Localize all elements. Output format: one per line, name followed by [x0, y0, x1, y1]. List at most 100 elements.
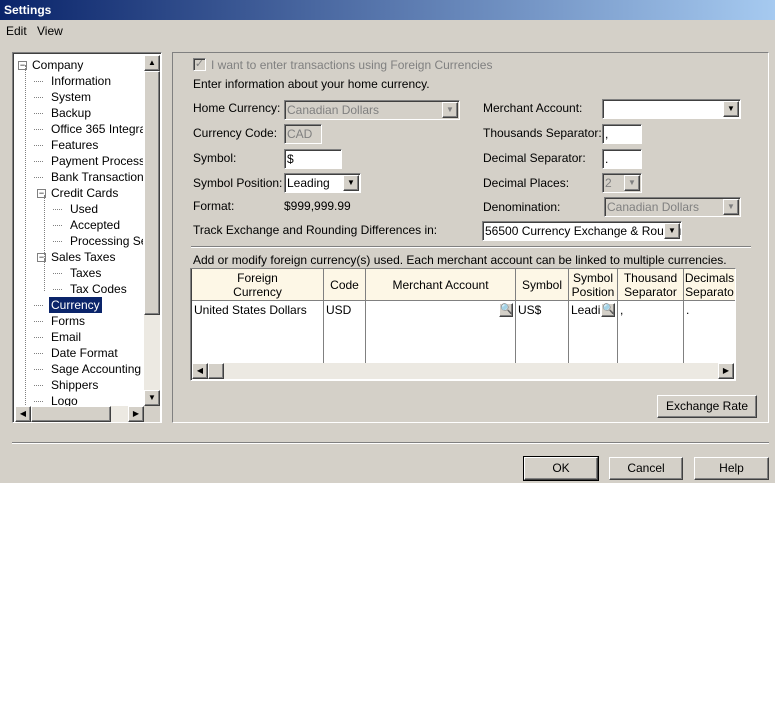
cell-code[interactable]: USD [324, 301, 366, 365]
col-header-decimal-separator[interactable]: Decimals Separato [684, 269, 735, 301]
tree-item-forms[interactable]: Forms [49, 313, 87, 329]
cell-decimal-separator[interactable]: . [684, 301, 735, 365]
tree-item-payment-processir[interactable]: Payment Processir [49, 153, 143, 169]
tree-item-tax-codes[interactable]: Tax Codes [68, 281, 129, 297]
tree-connector [44, 259, 45, 291]
thousands-separator-label: Thousands Separator: [483, 126, 602, 140]
scroll-left-icon[interactable]: ◀ [15, 406, 31, 422]
symbol-position-select[interactable]: Leading ▼ [284, 173, 361, 193]
foreign-currency-grid[interactable]: Foreign Currency Code Merchant Account S… [190, 268, 736, 381]
tree-connector [34, 145, 43, 146]
tree-item-sales-taxes[interactable]: Sales Taxes [49, 249, 117, 265]
scroll-left-icon[interactable]: ◀ [192, 363, 208, 379]
settings-tree[interactable]: − Company Information System Backup Office 36… [12, 52, 162, 423]
menu-edit[interactable]: Edit [6, 24, 27, 38]
chevron-down-icon[interactable]: ▼ [343, 175, 359, 191]
col-header-thousand-separator[interactable]: Thousand Separator [618, 269, 684, 301]
help-button[interactable]: Help [694, 457, 769, 480]
col-header-code[interactable]: Code [324, 269, 366, 301]
decimal-separator-value: . [605, 152, 609, 166]
window-title: Settings [4, 3, 52, 17]
merchant-account-select[interactable]: ▼ [602, 99, 741, 119]
lookup-icon[interactable]: 🔍 [499, 303, 513, 317]
hscroll-thumb[interactable] [208, 363, 224, 379]
col-header-symbol-position[interactable]: Symbol Position [569, 269, 618, 301]
cell-symbol[interactable]: US$ [516, 301, 569, 365]
tree-item-date-format[interactable]: Date Format [49, 345, 120, 361]
decimal-separator-label: Decimal Separator: [483, 151, 586, 165]
scroll-right-icon[interactable]: ▶ [128, 406, 144, 422]
title-bar[interactable]: Settings [0, 0, 775, 20]
lookup-icon[interactable]: 🔍 [601, 303, 615, 317]
tree-item-currency[interactable]: Currency [49, 297, 102, 313]
scroll-corner [144, 406, 160, 422]
header-label: Code [330, 278, 359, 292]
settings-window: Settings Edit View − Company Information Sy… [0, 0, 775, 483]
divider [191, 246, 751, 248]
tree-item-system[interactable]: System [49, 89, 93, 105]
tree-connector [34, 385, 43, 386]
col-header-symbol[interactable]: Symbol [516, 269, 569, 301]
cell-thousand-separator[interactable]: , [618, 301, 684, 365]
scroll-up-icon[interactable]: ▲ [144, 55, 160, 71]
cell-symbol-position[interactable]: Leadi 🔍 [569, 301, 618, 365]
symbol-position-label: Symbol Position: [193, 176, 283, 190]
cancel-button[interactable]: Cancel [609, 457, 683, 480]
tree-item-features[interactable]: Features [49, 137, 100, 153]
scroll-thumb[interactable] [144, 71, 160, 315]
tree-item-logo[interactable]: Logo [49, 393, 80, 407]
tree-item-credit-cards[interactable]: Credit Cards [49, 185, 120, 201]
denomination-label: Denomination: [483, 200, 561, 214]
chevron-down-icon[interactable]: ▼ [664, 223, 680, 239]
exchange-rate-button[interactable]: Exchange Rate [657, 395, 757, 418]
tree-connector [34, 177, 43, 178]
tree-item-email[interactable]: Email [49, 329, 83, 345]
tree-item-bank-transactions[interactable]: Bank Transactions [49, 169, 143, 185]
col-header-foreign-currency[interactable]: Foreign Currency [192, 269, 324, 301]
decimal-places-value: 2 [605, 176, 612, 190]
header-label: Symbol [521, 278, 562, 292]
chevron-down-icon[interactable]: ▼ [723, 199, 739, 215]
home-currency-select[interactable]: Canadian Dollars ▼ [284, 100, 460, 120]
hscroll-thumb[interactable] [31, 406, 111, 422]
tree-item-company[interactable]: Company [30, 57, 85, 73]
tree-item-information[interactable]: Information [49, 73, 113, 89]
cell-merchant-account[interactable]: 🔍 [366, 301, 516, 365]
ok-button[interactable]: OK [523, 456, 599, 481]
tree-item-used[interactable]: Used [68, 201, 100, 217]
tree-connector [53, 225, 62, 226]
menu-view[interactable]: View [37, 24, 63, 38]
tree-item-backup[interactable]: Backup [49, 105, 93, 121]
foreign-currency-checkbox[interactable]: ✓ [193, 58, 206, 71]
chevron-down-icon[interactable]: ▼ [723, 101, 739, 117]
tree-connector [34, 81, 43, 82]
chevron-down-icon[interactable]: ▼ [624, 175, 640, 191]
decimal-separator-field[interactable]: . [602, 149, 642, 169]
header-label: Merchant Account [392, 278, 489, 292]
tree-connector [53, 289, 62, 290]
scroll-down-icon[interactable]: ▼ [144, 390, 160, 406]
col-header-merchant-account[interactable]: Merchant Account [366, 269, 516, 301]
format-label: Format: [193, 199, 235, 213]
tree-item-sage-accounting-i[interactable]: Sage Accounting I [49, 361, 143, 377]
symbol-field[interactable]: $ [284, 149, 342, 169]
tree-item-shippers[interactable]: Shippers [49, 377, 100, 393]
track-exchange-select[interactable]: 56500 Currency Exchange & Roundin ▼ [482, 221, 682, 241]
tree-item-office-365-integrat[interactable]: Office 365 Integrat [49, 121, 143, 137]
decimal-places-select[interactable]: 2 ▼ [602, 173, 642, 193]
tree-item-accepted[interactable]: Accepted [68, 217, 122, 233]
symbol-value: $ [287, 152, 294, 166]
currency-code-field[interactable]: CAD [284, 124, 322, 144]
denomination-select[interactable]: Canadian Dollars ▼ [604, 197, 741, 217]
tree-connector [34, 305, 43, 306]
grid-horizontal-scrollbar[interactable]: ◀ ▶ [192, 363, 734, 379]
tree-content: − Company Information System Backup Office 36… [15, 55, 143, 407]
cell-foreign-currency[interactable]: United States Dollars [192, 301, 324, 365]
chevron-down-icon[interactable]: ▼ [442, 102, 458, 118]
thousands-separator-field[interactable]: , [602, 124, 642, 144]
tree-horizontal-scrollbar[interactable]: ◀ ▶ [15, 406, 144, 422]
tree-item-taxes[interactable]: Taxes [68, 265, 103, 281]
scroll-right-icon[interactable]: ▶ [718, 363, 734, 379]
tree-vertical-scrollbar[interactable]: ▲ ▼ [144, 55, 160, 406]
tree-item-processing-se[interactable]: Processing Se [68, 233, 143, 249]
